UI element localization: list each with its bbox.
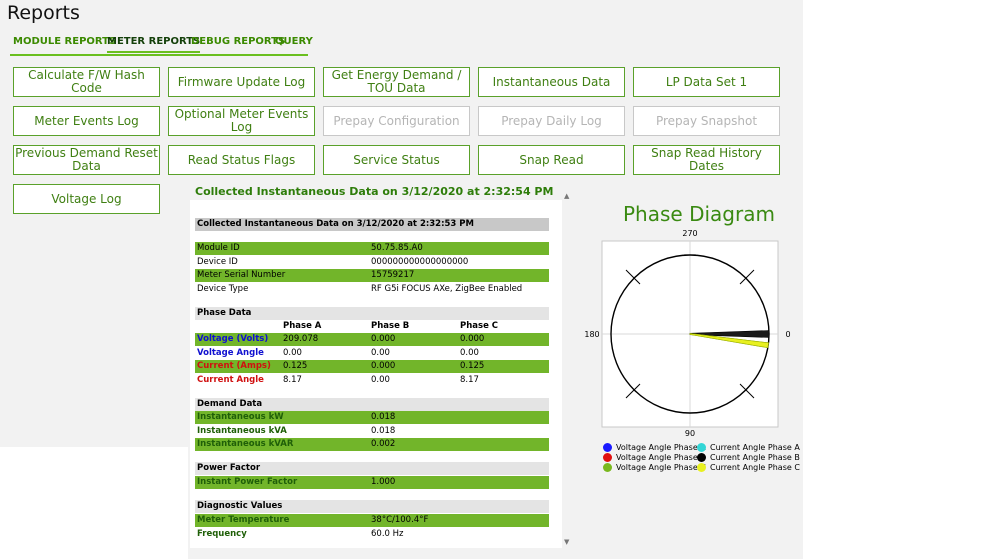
- table-row: Device ID 000000000000000000: [197, 257, 469, 267]
- section-header-diagnostic: Diagnostic Values: [195, 500, 549, 513]
- read-status-flags-button[interactable]: Read Status Flags: [168, 145, 315, 175]
- meter-events-log-button[interactable]: Meter Events Log: [13, 106, 160, 136]
- get-energy-demand-button[interactable]: Get Energy Demand / TOU Data: [323, 67, 470, 97]
- legend-dot: [697, 453, 706, 462]
- legend-item: Voltage Angle Phase B: [603, 453, 706, 463]
- optional-meter-events-log-button[interactable]: Optional Meter Events Log: [168, 106, 315, 136]
- legend-dot: [603, 453, 612, 462]
- legend-item: Voltage Angle Phase C: [603, 463, 706, 473]
- snap-read-button[interactable]: Snap Read: [478, 145, 625, 175]
- previous-demand-reset-button[interactable]: Previous Demand Reset Data: [13, 145, 160, 175]
- legend-item: Current Angle Phase C: [697, 463, 800, 473]
- report-scrollbar[interactable]: ▲ ▼: [562, 190, 574, 548]
- section-header-phase: Phase Data: [195, 307, 549, 320]
- firmware-update-log-button[interactable]: Firmware Update Log: [168, 67, 315, 97]
- report-heading: Collected Instantaneous Data on 3/12/202…: [195, 185, 554, 198]
- legend-item: Current Angle Phase A: [697, 443, 800, 453]
- legend-item: Current Angle Phase B: [697, 453, 800, 463]
- table-row: Device Type RF G5i FOCUS AXe, ZigBee Enab…: [197, 284, 523, 294]
- section-header-demand: Demand Data: [195, 398, 549, 411]
- tabs-underline: [10, 54, 308, 56]
- table-row: Voltage (Volts) 209.078 0.000 0.000: [195, 333, 549, 346]
- table-row: Instantaneous kW 0.018: [195, 411, 549, 424]
- prepay-daily-log-button[interactable]: Prepay Daily Log: [478, 106, 625, 136]
- legend-dot: [697, 463, 706, 472]
- table-row: Instantaneous kVA 0.018: [197, 426, 396, 436]
- label-bottom: 90: [685, 429, 695, 438]
- phase-columns-header: Phase A Phase B Phase C: [283, 321, 499, 331]
- service-status-button[interactable]: Service Status: [323, 145, 470, 175]
- label-right: 0: [785, 330, 790, 339]
- table-row: Meter Serial Number 15759217: [195, 269, 549, 282]
- table-row: Instantaneous kVAR 0.002: [195, 438, 549, 451]
- table-row: Instant Power Factor 1.000: [195, 476, 549, 489]
- scroll-up-icon[interactable]: ▲: [564, 192, 569, 200]
- tab-query[interactable]: QUERY: [275, 36, 313, 51]
- table-row: Meter Temperature 38°C/100.4°F: [195, 514, 549, 527]
- legend-dot: [697, 443, 706, 452]
- voltage-log-button[interactable]: Voltage Log: [13, 184, 160, 214]
- report-panel[interactable]: Collected Instantaneous Data on 3/12/202…: [190, 200, 562, 548]
- legend-item: Voltage Angle Phase A: [603, 443, 706, 453]
- table-row: Module ID 50.75.85.A0: [195, 242, 549, 255]
- legend-dot: [603, 443, 612, 452]
- label-left: 180: [584, 330, 599, 339]
- prepay-snapshot-button[interactable]: Prepay Snapshot: [633, 106, 780, 136]
- table-row: Frequency 60.0 Hz: [197, 529, 404, 539]
- instantaneous-data-button[interactable]: Instantaneous Data: [478, 67, 625, 97]
- section-header-power-factor: Power Factor: [195, 462, 549, 475]
- prepay-configuration-button[interactable]: Prepay Configuration: [323, 106, 470, 136]
- table-row: Current (Amps) 0.125 0.000 0.125: [195, 360, 549, 373]
- table-row: Current Angle 8.17 0.00 8.17: [197, 375, 479, 385]
- page-title: Reports: [7, 2, 80, 24]
- inner-heading-row: Collected Instantaneous Data on 3/12/202…: [195, 218, 549, 231]
- label-top: 270: [682, 229, 697, 238]
- table-row: Voltage Angle 0.00 0.00 0.00: [197, 348, 479, 358]
- phase-diagram: 270 180 0 90: [584, 229, 790, 438]
- scroll-down-icon[interactable]: ▼: [564, 538, 569, 546]
- snap-read-history-dates-button[interactable]: Snap Read History Dates: [633, 145, 780, 175]
- lp-data-set-1-button[interactable]: LP Data Set 1: [633, 67, 780, 97]
- legend-dot: [603, 463, 612, 472]
- tab-debug-reports[interactable]: DEBUG REPORTS: [191, 36, 285, 51]
- calculate-fw-hash-button[interactable]: Calculate F/W Hash Code: [13, 67, 160, 97]
- tab-meter-reports[interactable]: METER REPORTS: [107, 36, 201, 53]
- tab-module-reports[interactable]: MODULE REPORTS: [13, 36, 116, 51]
